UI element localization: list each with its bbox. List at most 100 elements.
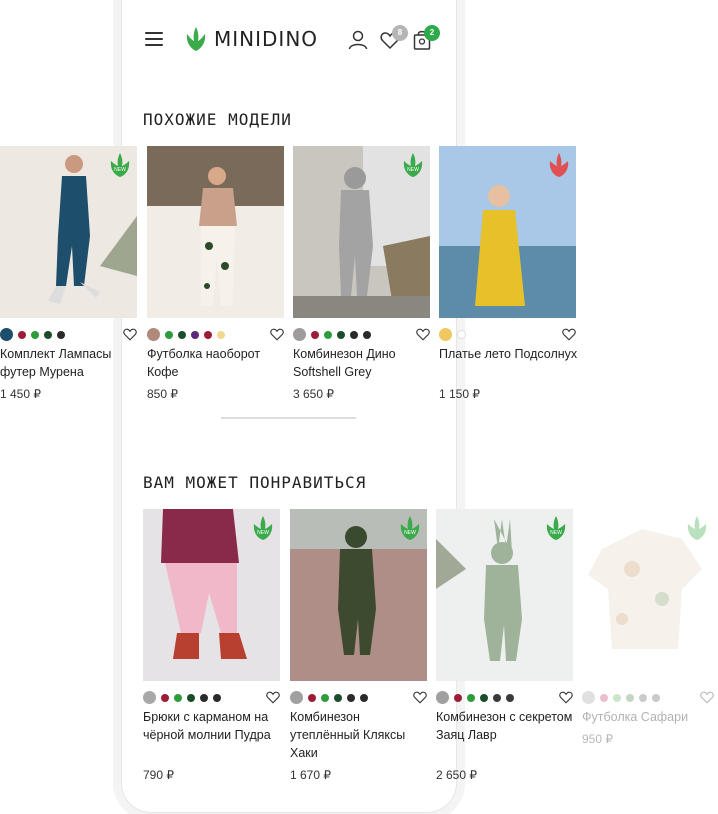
logo[interactable]: MINIDINO [184,26,318,52]
product-photo[interactable]: NEW [0,146,137,318]
product-card[interactable]: NEW Комбинезон с секретом Заяц Лавр 2 65… [436,509,573,782]
color-swatch[interactable] [436,691,449,704]
favorite-heart-icon[interactable] [416,328,430,341]
color-swatches [436,691,514,704]
logo-text: MINIDINO [214,27,319,51]
color-swatch[interactable] [480,693,488,702]
color-swatch[interactable] [506,693,514,702]
product-name[interactable]: Футболка наоборот Кофе [147,345,287,381]
color-swatch[interactable] [337,330,345,339]
color-swatch[interactable] [57,330,65,339]
product-photo[interactable] [582,509,714,681]
product-price: 3 650 ₽ [293,387,334,401]
color-swatch[interactable] [147,328,160,341]
color-swatch[interactable] [0,328,13,341]
color-swatch[interactable] [324,330,332,339]
color-swatch[interactable] [200,693,208,702]
product-name[interactable]: Комбинезон с секретом Заяц Лавр [436,708,576,744]
product-name[interactable]: Футболка Сафари [582,708,718,726]
favorite-heart-icon[interactable] [123,328,137,341]
color-swatch[interactable] [204,330,212,339]
product-name[interactable]: Платье лето Подсолнух [439,345,579,363]
product-price: 1 670 ₽ [290,768,331,782]
color-swatch[interactable] [178,330,186,339]
sale-badge-icon [549,153,569,177]
favorite-heart-icon[interactable] [562,328,576,341]
color-swatch[interactable] [493,693,501,702]
color-swatch[interactable] [439,328,452,341]
color-swatch[interactable] [165,330,173,339]
color-swatch[interactable] [347,693,355,702]
product-card[interactable]: Платье лето Подсолнух 1 150 ₽ [439,146,577,401]
section-title-recommended: ВАМ МОЖЕТ ПОНРАВИТЬСЯ [143,473,367,492]
menu-icon[interactable] [145,32,163,46]
color-swatch[interactable] [174,693,182,702]
svg-text:NEW: NEW [407,167,419,173]
color-swatch[interactable] [311,330,319,339]
color-swatch[interactable] [213,693,221,702]
color-swatch[interactable] [626,693,634,702]
color-swatches [439,328,466,341]
svg-text:NEW: NEW [404,530,416,536]
color-swatch[interactable] [334,693,342,702]
color-swatch[interactable] [582,691,595,704]
product-price: 1 450 ₽ [0,387,41,401]
color-swatch[interactable] [293,328,306,341]
color-swatch[interactable] [217,330,225,339]
color-swatches [143,691,221,704]
color-swatch[interactable] [18,330,26,339]
product-card[interactable]: Футболка Сафари 950 ₽ [582,509,714,746]
svg-text:NEW: NEW [550,530,562,536]
product-card[interactable]: Футболка наоборот Кофе 850 ₽ [147,146,284,401]
color-swatch[interactable] [161,693,169,702]
product-name[interactable]: Комбинезон утеплённый Кляксы Хаки [290,708,430,762]
new-badge-icon: NEW [400,516,420,540]
product-photo[interactable]: NEW [290,509,427,681]
color-swatch[interactable] [44,330,52,339]
scroll-indicator[interactable] [221,417,356,419]
color-swatch[interactable] [290,691,303,704]
svg-text:NEW: NEW [257,530,269,536]
color-swatch[interactable] [652,693,660,702]
color-swatch[interactable] [321,693,329,702]
product-card[interactable]: NEW Комбинезон Дино Softshell Grey 3 650… [293,146,430,401]
color-swatch[interactable] [363,330,371,339]
color-swatch[interactable] [350,330,358,339]
color-swatch[interactable] [31,330,39,339]
color-swatches [0,328,65,341]
product-price: 850 ₽ [147,387,178,401]
favorite-heart-icon[interactable] [700,691,714,704]
color-swatch[interactable] [308,693,316,702]
product-photo[interactable] [439,146,576,318]
product-photo[interactable] [147,146,284,318]
color-swatch[interactable] [639,693,647,702]
user-icon[interactable] [348,30,368,50]
product-photo[interactable]: NEW [293,146,430,318]
product-card[interactable]: NEW Комплект Лампасы футер Мурена 1 450 … [0,146,137,401]
product-card[interactable]: NEW Комбинезон утеплённый Кляксы Хаки 1 … [290,509,427,782]
color-swatch[interactable] [191,330,199,339]
new-badge-icon [687,516,707,540]
favorite-heart-icon[interactable] [559,691,573,704]
color-swatch[interactable] [143,691,156,704]
color-swatches [293,328,371,341]
product-photo[interactable]: NEW [436,509,573,681]
product-name[interactable]: Комбинезон Дино Softshell Grey [293,345,433,381]
product-card[interactable]: NEW Брюки с карманом на чёрной молнии Пу… [143,509,280,782]
color-swatch[interactable] [600,693,608,702]
product-price: 950 ₽ [582,732,613,746]
favorite-heart-icon[interactable] [270,328,284,341]
color-swatches [290,691,368,704]
product-name[interactable]: Брюки с карманом на чёрной молнии Пудра [143,708,283,744]
color-swatch[interactable] [457,330,466,339]
color-swatch[interactable] [467,693,475,702]
color-swatch[interactable] [454,693,462,702]
product-photo[interactable]: NEW [143,509,280,681]
color-swatch[interactable] [360,693,368,702]
color-swatch[interactable] [613,693,621,702]
favorite-heart-icon[interactable] [266,691,280,704]
color-swatch[interactable] [187,693,195,702]
product-price: 790 ₽ [143,768,174,782]
favorite-heart-icon[interactable] [413,691,427,704]
product-name[interactable]: Комплект Лампасы футер Мурена [0,345,140,381]
